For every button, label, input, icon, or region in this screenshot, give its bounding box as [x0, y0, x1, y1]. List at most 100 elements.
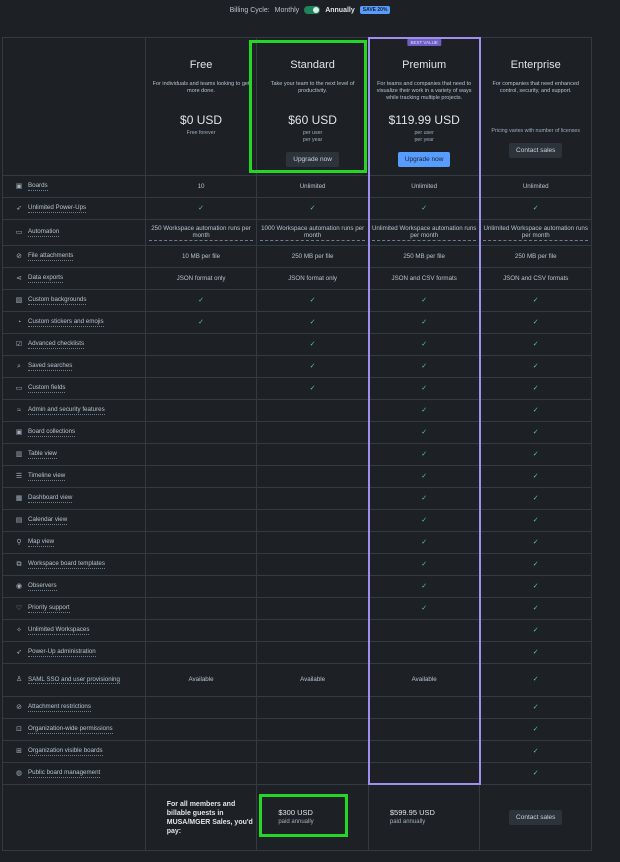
feature-label[interactable]: Attachment restrictions [28, 703, 91, 712]
feature-value-cell [145, 719, 258, 741]
feature-label[interactable]: Admin and security features [28, 406, 105, 415]
feature-label[interactable]: Saved searches [28, 362, 73, 371]
check-icon: ✓ [421, 296, 428, 304]
share-icon: ⋖ [16, 274, 22, 282]
enterprise-contact-button[interactable]: Contact sales [509, 143, 563, 158]
feature-value-cell [257, 422, 369, 444]
feature-label[interactable]: Calendar view [28, 516, 68, 525]
feature-label[interactable]: Organization-wide permissions [28, 725, 113, 734]
calendar-icon: ▤ [15, 516, 23, 524]
feature-label[interactable]: Priority support [28, 604, 70, 613]
feature-label[interactable]: Custom stickers and emojis [28, 318, 104, 327]
table-icon: ▥ [15, 450, 23, 458]
feature-label[interactable]: Custom backgrounds [28, 296, 87, 305]
check-icon: ✓ [532, 560, 539, 568]
standard-upgrade-button[interactable]: Upgrade now [286, 152, 339, 167]
feature-value-cell [257, 488, 369, 510]
feature-value-text: 1000 Workspace automation runs per month [260, 224, 365, 241]
plan-price-note: per user per year [375, 130, 474, 144]
check-icon: ✓ [421, 318, 428, 326]
check-icon: ✓ [532, 676, 539, 684]
plan-name: Free [189, 59, 213, 71]
feature-label[interactable]: Boards [28, 182, 48, 191]
feature-value-cell: Unlimited [480, 176, 593, 198]
feature-label[interactable]: Observers [28, 582, 57, 591]
search-icon: ⌕ [17, 362, 21, 370]
feature-label[interactable]: Workspace board templates [28, 560, 105, 569]
check-icon: ✓ [421, 582, 428, 590]
feature-label[interactable]: Board collections [28, 428, 76, 437]
feature-value-cell: ✓ [257, 290, 369, 312]
footer-summary-cell: For all members and billable guests in M… [145, 785, 258, 851]
feature-row: ▣ Boards 10 Unlimited Unlimited Unlimited [3, 176, 593, 198]
check-icon: ✓ [421, 384, 428, 392]
premium-total-note: paid annually [389, 819, 426, 825]
feature-value-cell: JSON format only [145, 268, 258, 290]
feature-value-cell [257, 510, 369, 532]
plan-price-note: Pricing varies with number of licenses [491, 128, 581, 134]
check-icon: ✓ [532, 725, 539, 733]
feature-label[interactable]: Dashboard view [28, 494, 73, 503]
check-icon: ✓ [309, 384, 316, 392]
plan-description: For teams and companies that need to vis… [376, 81, 472, 101]
check-icon: ✓ [532, 406, 539, 414]
feature-value-cell [145, 741, 258, 763]
feature-row: ≈ Admin and security features ✓ ✓ [3, 400, 593, 422]
check-icon: ✓ [532, 582, 539, 590]
feature-label[interactable]: Power-Up administration [28, 648, 96, 657]
check-icon: ✓ [532, 626, 539, 634]
feature-value-cell: 10 MB per file [145, 246, 258, 268]
feature-label[interactable]: Unlimited Workspaces [28, 626, 90, 635]
feature-value-cell [145, 554, 258, 576]
feature-value-text: Unlimited Workspace automation runs per … [483, 224, 589, 241]
check-icon: ✓ [532, 494, 539, 502]
feature-name-cell: ▤ Calendar view [3, 510, 146, 532]
feature-name-cell: ➶ Power-Up administration [3, 642, 146, 664]
feature-label[interactable]: Map view [28, 538, 55, 547]
feature-label[interactable]: Timeline view [28, 472, 66, 481]
feature-row: ▥ Table view ✓ ✓ [3, 444, 593, 466]
footer-row: For all members and billable guests in M… [3, 785, 592, 851]
feature-label[interactable]: Organization visible boards [28, 747, 103, 756]
feature-rows: ▣ Boards 10 Unlimited Unlimited Unlimited ➶ Unl… [3, 176, 593, 785]
feature-row: ⧉ Workspace board templates ✓ ✓ [3, 554, 593, 576]
plan-price-note: Free forever [186, 130, 216, 136]
automation-icon: ▭ [15, 228, 23, 236]
feature-value-text: Available [411, 676, 437, 684]
billing-toggle[interactable] [304, 6, 321, 14]
feature-value-cell: ✓ [368, 312, 481, 334]
feature-value-cell: ✓ [480, 719, 593, 741]
feature-label[interactable]: Advanced checklists [28, 340, 85, 349]
collection-icon: ▣ [15, 428, 23, 436]
feature-label[interactable]: Custom fields [28, 384, 66, 393]
feature-row: ⊡ Organization-wide permissions ✓ [3, 719, 593, 741]
feature-label[interactable]: Public board management [28, 769, 101, 778]
feature-value-cell: ✓ [480, 444, 593, 466]
premium-upgrade-button[interactable]: Upgrade now [397, 152, 451, 167]
feature-label[interactable]: Unlimited Power-Ups [28, 204, 87, 213]
feature-value-cell: 250 MB per file [257, 246, 369, 268]
feature-value-cell: ✓ [368, 466, 481, 488]
feature-value-text: 250 Workspace automation runs per month [148, 225, 254, 241]
plan-name: Standard [290, 59, 335, 71]
feature-value-cell [145, 488, 258, 510]
plan-premium: BEST VALUE Premium For teams and compani… [368, 38, 481, 176]
feature-value-cell [145, 620, 258, 642]
checklist-icon: ☑ [15, 340, 23, 348]
monthly-label[interactable]: Monthly [275, 7, 300, 14]
footer-contact-button[interactable]: Contact sales [509, 809, 563, 826]
feature-label[interactable]: Automation [28, 228, 60, 237]
feature-value-cell: ✓ [368, 532, 481, 554]
feature-label[interactable]: Table view [28, 450, 57, 459]
feature-label[interactable]: File attachments [28, 252, 74, 261]
feature-value-cell [257, 466, 369, 488]
annually-label[interactable]: Annually [325, 7, 355, 14]
per-year-text: per year [414, 137, 434, 143]
check-icon: ✓ [532, 516, 539, 524]
pricing-table: Free For individuals and teams looking t… [2, 37, 593, 851]
plan-description: For individuals and teams looking to get… [152, 81, 250, 94]
per-user-text: per user [302, 130, 323, 136]
feature-label[interactable]: Data exports [28, 274, 64, 283]
feature-label[interactable]: SAML SSO and user provisioning [28, 676, 120, 685]
user-icon: ♙ [15, 676, 23, 684]
